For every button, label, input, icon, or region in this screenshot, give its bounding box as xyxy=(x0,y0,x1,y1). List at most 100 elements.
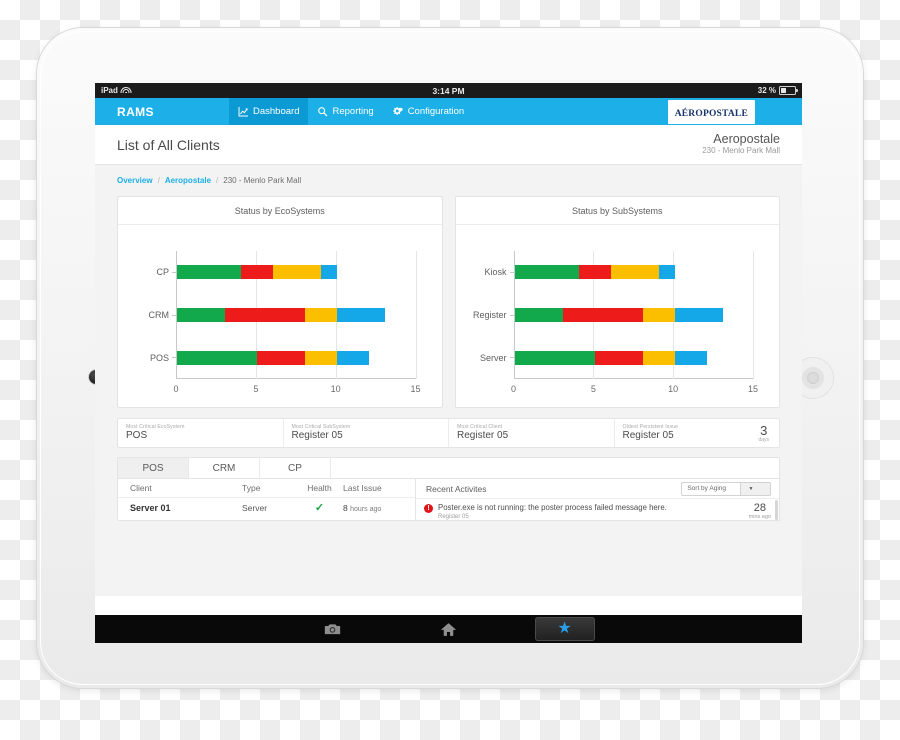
column-header-client[interactable]: Client xyxy=(130,483,242,493)
x-axis-tick-label: 15 xyxy=(747,384,759,394)
y-axis-tick xyxy=(172,314,176,316)
bar-segment-red xyxy=(241,265,273,280)
bar-segment-red xyxy=(578,265,611,280)
kpi-row: Most Critical EcoSystem POS Most Critica… xyxy=(117,418,780,448)
plot-area-ecosystems: 0 5 10 15 CP CRM POS xyxy=(149,251,421,394)
x-axis-tick-label: 10 xyxy=(668,384,679,394)
bar-segment-amber xyxy=(642,350,675,365)
activity-scrollbar[interactable] xyxy=(775,500,778,520)
bar-segment-green xyxy=(514,350,595,365)
kpi-aside-value: 3 xyxy=(760,422,768,438)
breadcrumb: Overview / Aeropostale / 230 - Menlo Par… xyxy=(117,165,780,196)
cell-last-issue: 8 hours ago xyxy=(343,503,413,513)
cell-type: Server xyxy=(242,502,268,513)
device-bottom-toolbar: ★ xyxy=(95,615,802,643)
breadcrumb-item-aeropostale[interactable]: Aeropostale xyxy=(165,176,211,185)
table-row[interactable]: Server 01 Server ✓ 8 hours ago xyxy=(118,498,415,517)
error-icon: ! xyxy=(424,504,433,513)
tab-pos[interactable]: POS xyxy=(118,458,189,478)
gears-icon xyxy=(392,106,404,117)
charts-row: Status by EcoSystems 0 5 10 15 CP CRM POS Stat… xyxy=(117,196,780,408)
kpi-value: POS xyxy=(126,429,148,441)
x-axis-tick-label: 0 xyxy=(510,384,517,394)
bar-segment-blue xyxy=(674,350,707,365)
bar-pos: POS xyxy=(150,350,369,365)
chart-title-ecosystems: Status by EcoSystems xyxy=(118,197,442,225)
kpi-aside: 3 days xyxy=(758,424,771,443)
breadcrumb-separator: / xyxy=(157,176,160,185)
line-chart-icon xyxy=(238,106,249,117)
bar-cp: CP xyxy=(156,265,337,280)
chart-card-ecosystems: Status by EcoSystems 0 5 10 15 CP CRM POS xyxy=(117,196,443,408)
bar-segment-amber xyxy=(273,265,321,280)
gridline xyxy=(415,251,417,379)
home-icon xyxy=(440,622,457,637)
search-icon xyxy=(317,106,328,117)
cell-health: ✓ xyxy=(296,501,343,514)
home-button[interactable] xyxy=(419,617,479,641)
bar-segment-red xyxy=(225,308,305,322)
clients-panel: POS CRM CP Client Type Health Last Issue… xyxy=(117,457,780,521)
bar-crm: CRM xyxy=(149,308,385,322)
tab-cp[interactable]: CP xyxy=(260,458,331,478)
sort-select-value: Sort by Aging xyxy=(687,485,726,492)
bar-segment-blue xyxy=(674,308,723,322)
kpi-value: Register 05 xyxy=(622,429,674,441)
panel-body: Client Type Health Last Issue Server 01 … xyxy=(118,479,779,520)
nav-item-configuration[interactable]: Configuration xyxy=(383,98,474,125)
bar-segment-amber xyxy=(305,350,337,365)
bar-segment-red xyxy=(257,350,305,365)
column-header-health[interactable]: Health xyxy=(296,483,343,493)
kpi-value: Register 05 xyxy=(291,429,343,441)
breadcrumb-item-overview[interactable]: Overview xyxy=(117,176,153,185)
chart-card-subsystems: Status by SubSystems 0 5 10 15 Kiosk Register… xyxy=(454,196,780,408)
sort-by-aging-select[interactable]: Sort by Aging ▼ xyxy=(681,481,771,496)
nav-item-label: Dashboard xyxy=(253,106,300,117)
kpi-card-most-critical-subsystem[interactable]: Most Critical SubSystem Register 05 xyxy=(284,419,449,447)
x-axis xyxy=(176,378,416,379)
bar-register: Register xyxy=(473,308,723,322)
context-sublabel: 230 - Menlo Park Mall xyxy=(702,146,780,156)
app-brand-label: RAMS xyxy=(117,104,154,119)
activity-list-item[interactable]: ! Poster.exe is not running: the poster … xyxy=(416,499,779,520)
kpi-card-most-critical-ecosystem[interactable]: Most Critical EcoSystem POS xyxy=(118,419,284,447)
camera-icon xyxy=(324,622,341,636)
x-axis-tick-label: 0 xyxy=(173,384,179,394)
clients-table: Client Type Health Last Issue Server 01 … xyxy=(118,479,416,520)
status-bar-clock: 3:14 PM xyxy=(432,85,465,96)
x-axis-tick-label: 10 xyxy=(330,384,341,394)
kpi-card-oldest-persistent-issue[interactable]: Oldest Persistent Issue Register 05 3 da… xyxy=(615,419,780,447)
activity-message: Poster.exe is not running: the poster pr… xyxy=(438,503,667,512)
activity-age: 28 mins ago xyxy=(745,503,771,521)
bar-server: Server xyxy=(480,350,707,365)
activity-text-block: Poster.exe is not running: the poster pr… xyxy=(438,503,740,520)
table-header-row: Client Type Health Last Issue xyxy=(118,479,415,498)
bar-kiosk: Kiosk xyxy=(484,265,675,280)
recent-activities-panel: Recent Activites Sort by Aging ▼ ! Poste… xyxy=(416,479,779,520)
x-axis-tick-label: 5 xyxy=(590,384,596,394)
nav-item-reporting[interactable]: Reporting xyxy=(308,98,382,125)
nav-item-label: Reporting xyxy=(332,106,374,117)
tab-crm[interactable]: CRM xyxy=(189,458,260,478)
app-navigation-bar: RAMS Dashboard Reporting Configuration A… xyxy=(95,98,802,125)
breadcrumb-item-current: 230 - Menlo Park Mall xyxy=(223,176,302,185)
y-axis-category-label: CP xyxy=(156,267,169,278)
aeropostale-logo: AÉROPOSTALE xyxy=(667,99,755,124)
bar-segment-green xyxy=(177,265,241,280)
column-header-type[interactable]: Type xyxy=(242,483,296,493)
kpi-card-most-critical-client[interactable]: Most Critical Client Register 05 xyxy=(449,419,615,447)
bar-segment-red xyxy=(562,308,643,322)
bar-segment-green xyxy=(514,265,579,280)
chart-body-ecosystems: 0 5 10 15 CP CRM POS xyxy=(118,225,442,407)
x-axis-tick-label: 5 xyxy=(253,384,259,394)
page-content: Overview / Aeropostale / 230 - Menlo Par… xyxy=(95,165,802,596)
tab-filler xyxy=(331,458,779,478)
y-axis-tick xyxy=(509,357,514,359)
column-header-last-issue[interactable]: Last Issue xyxy=(343,483,413,493)
last-issue-unit: hours ago xyxy=(350,505,382,513)
context-name: Aeropostale xyxy=(713,132,780,147)
y-axis-category-label: CRM xyxy=(148,310,170,320)
nav-item-dashboard[interactable]: Dashboard xyxy=(229,98,309,125)
favorites-button[interactable]: ★ xyxy=(534,617,595,641)
camera-button[interactable] xyxy=(303,617,363,641)
